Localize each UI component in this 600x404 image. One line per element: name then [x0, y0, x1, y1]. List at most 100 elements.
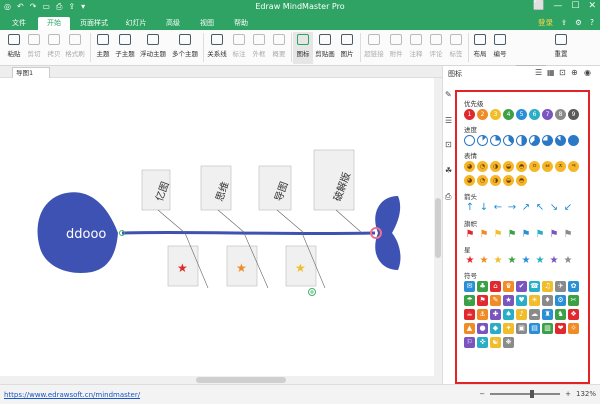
maximize-icon[interactable]: ☐ — [571, 1, 579, 11]
symbol-icon-18[interactable]: ☕ — [464, 309, 475, 320]
priority-icon-3[interactable]: 3 — [490, 109, 501, 120]
paste-button[interactable]: 粘贴 — [4, 32, 24, 64]
emotion-icon-11[interactable]: ◑ — [490, 175, 501, 186]
menu-tab-0[interactable]: 文件 — [4, 17, 34, 30]
emotion-icon-0[interactable]: ◕ — [464, 161, 475, 172]
arrow-down-icon[interactable]: ↓ — [478, 202, 490, 214]
symbol-icon-36[interactable]: ⚐ — [464, 337, 475, 348]
emotion-icon-9[interactable]: ◕ — [464, 175, 475, 186]
symbol-icon-8[interactable]: ✿ — [568, 281, 579, 292]
symbol-icon-11[interactable]: ✎ — [490, 295, 501, 306]
flag-icon-7[interactable]: ⚑ — [562, 229, 574, 241]
symbol-icon-25[interactable]: ♞ — [555, 309, 566, 320]
emotion-icon-5[interactable]: ㅇ — [529, 161, 540, 172]
star-icon-1[interactable]: ★ — [478, 255, 490, 267]
frame-icon[interactable]: ⊡ — [559, 68, 566, 77]
progress-icon-0[interactable] — [464, 135, 475, 146]
list-icon[interactable]: ☰ — [535, 68, 542, 77]
symbol-icon-28[interactable]: ● — [477, 323, 488, 334]
add-icon[interactable]: ⊕ — [571, 68, 578, 77]
menu-tab-4[interactable]: 高级 — [158, 17, 188, 30]
symbol-icon-9[interactable]: ☂ — [464, 295, 475, 306]
flag-icon-5[interactable]: ⚑ — [534, 229, 546, 241]
clipart-button[interactable]: 剪贴画 — [313, 32, 337, 64]
multiple-topics-button[interactable]: 多个主题 — [169, 32, 201, 64]
emotion-icon-10[interactable]: ◔ — [477, 175, 488, 186]
login-link[interactable]: 登录 — [538, 17, 553, 28]
boundary-button[interactable]: 外框 — [249, 32, 269, 64]
summary-button[interactable]: 概要 — [269, 32, 289, 64]
symbol-icon-32[interactable]: ▤ — [529, 323, 540, 334]
zoom-in-button[interactable]: + — [565, 390, 571, 398]
flag-icon-3[interactable]: ⚑ — [506, 229, 518, 241]
clipart-panel-icon[interactable]: ☘ — [445, 166, 452, 175]
flag-icon-6[interactable]: ⚑ — [548, 229, 560, 241]
window-controls[interactable]: ⬜ — ☐ ✕ — [533, 1, 596, 11]
flag-icon-0[interactable]: ⚑ — [464, 229, 476, 241]
priority-icon-6[interactable]: 6 — [529, 109, 540, 120]
arrow-up-right-icon[interactable]: ↗ — [520, 202, 532, 214]
star-icon-3[interactable]: ★ — [506, 255, 518, 267]
emotion-icon-4[interactable]: ◓ — [516, 161, 527, 172]
icon-button[interactable]: 图标 — [293, 32, 313, 64]
priority-icon-2[interactable]: 2 — [477, 109, 488, 120]
mindmap-canvas[interactable]: ddooo 亿图 思维 导图 破解版 ★ ★ ★ — [0, 78, 434, 384]
layout-button[interactable]: 布局 — [470, 32, 490, 64]
symbol-icon-7[interactable]: ✈ — [555, 281, 566, 292]
menu-tab-3[interactable]: 幻灯片 — [118, 17, 154, 30]
horizontal-scrollbar[interactable] — [0, 376, 434, 384]
vertical-scroll-thumb[interactable] — [435, 198, 441, 258]
menu-tab-1[interactable]: 开始 — [38, 17, 70, 30]
flag-icon-2[interactable]: ⚑ — [492, 229, 504, 241]
star-icon-5[interactable]: ★ — [534, 255, 546, 267]
emotion-icon-3[interactable]: ◒ — [503, 161, 514, 172]
website-link[interactable]: https://www.edrawsoft.cn/mindmaster/ — [4, 391, 140, 399]
symbol-icon-15[interactable]: ♦ — [542, 295, 553, 306]
emotion-icon-6[interactable]: ㅂ — [542, 161, 553, 172]
comment-button[interactable]: 评论 — [426, 32, 446, 64]
progress-icon-4[interactable] — [516, 135, 527, 146]
progress-icon-3[interactable] — [503, 135, 514, 146]
symbol-icon-37[interactable]: ✜ — [477, 337, 488, 348]
star-icon-4[interactable]: ★ — [520, 255, 532, 267]
progress-icon-2[interactable] — [490, 135, 501, 146]
symbol-icon-19[interactable]: ⚓ — [477, 309, 488, 320]
grid-icon[interactable]: ▦ — [547, 68, 555, 77]
symbol-icon-34[interactable]: ❤ — [555, 323, 566, 334]
emotion-icon-1[interactable]: ◔ — [477, 161, 488, 172]
priority-icon-1[interactable]: 1 — [464, 109, 475, 120]
topic-button[interactable]: 主题 — [93, 32, 113, 64]
gear-icon[interactable]: ⚙ — [575, 18, 582, 27]
menu-tab-5[interactable]: 视图 — [192, 17, 222, 30]
help-icon[interactable]: ? — [590, 18, 594, 27]
image-button[interactable]: 图片 — [337, 32, 357, 64]
cut-button[interactable]: 剪切 — [24, 32, 44, 64]
symbol-icon-6[interactable]: ♫ — [542, 281, 553, 292]
restore-icon[interactable]: ⬜ — [533, 1, 544, 11]
horizontal-scroll-thumb[interactable] — [196, 377, 286, 383]
icon-panel-icon[interactable]: ⊡ — [445, 140, 452, 149]
symbol-icon-35[interactable]: ☼ — [568, 323, 579, 334]
tag-button[interactable]: 标签 — [446, 32, 466, 64]
progress-icon-1[interactable] — [477, 135, 488, 146]
symbol-icon-20[interactable]: ✚ — [490, 309, 501, 320]
priority-icon-7[interactable]: 7 — [542, 109, 553, 120]
relationship-button[interactable]: 关系线 — [205, 32, 229, 64]
emotion-icon-8[interactable]: ㅋ — [568, 161, 579, 172]
format-painter-button[interactable]: 格式刷 — [63, 32, 87, 64]
emotion-icon-13[interactable]: ◓ — [516, 175, 527, 186]
symbol-icon-26[interactable]: ❖ — [568, 309, 579, 320]
symbol-icon-10[interactable]: ⚑ — [477, 295, 488, 306]
star-icon-7[interactable]: ★ — [562, 255, 574, 267]
arrow-up-icon[interactable]: ↑ — [464, 202, 476, 214]
symbol-icon-27[interactable]: ▲ — [464, 323, 475, 334]
progress-icon-5[interactable] — [529, 135, 540, 146]
menu-tab-2[interactable]: 页面样式 — [74, 17, 114, 30]
symbol-icon-2[interactable]: ⌂ — [490, 281, 501, 292]
symbol-icon-16[interactable]: ⚙ — [555, 295, 566, 306]
emotion-icon-2[interactable]: ◑ — [490, 161, 501, 172]
numbering-button[interactable]: 编号 — [490, 32, 510, 64]
flag-icon-1[interactable]: ⚑ — [478, 229, 490, 241]
arrow-left-icon[interactable]: ← — [492, 202, 504, 214]
minimize-icon[interactable]: — — [553, 1, 562, 11]
